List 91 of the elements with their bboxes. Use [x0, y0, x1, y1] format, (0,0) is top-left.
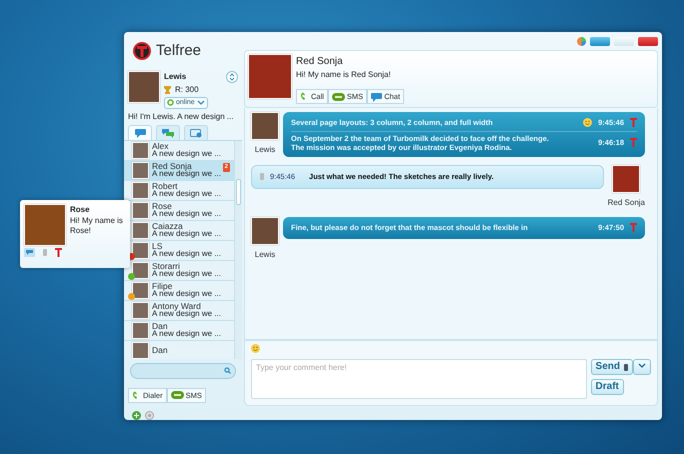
caret-icon [196, 100, 205, 106]
avatar-placeholder [132, 302, 149, 319]
scroll-toggle-icon[interactable] [226, 70, 238, 82]
contact-item[interactable]: Alex A new design we ... [124, 141, 234, 161]
sms-icon [170, 391, 184, 400]
message-preview: A new design we ... [152, 270, 221, 280]
contact-name: Robert [152, 182, 178, 190]
contact-name: Dan [152, 322, 168, 330]
contact-name: Red Sonja [152, 162, 192, 170]
avatar-placeholder [251, 217, 279, 246]
logo-icon [132, 41, 152, 62]
minimize-button[interactable] [590, 36, 610, 46]
trophy-icon [164, 86, 171, 94]
caret-icon [638, 363, 646, 370]
close-button[interactable] [638, 36, 658, 46]
contact-item[interactable]: Dan A new design we ... [124, 321, 234, 341]
message-preview: A new design we ... [152, 250, 221, 260]
message-preview: A new design we ... [152, 330, 221, 340]
delivered-icon [630, 223, 637, 232]
avatar-placeholder [132, 242, 149, 259]
contact-name: Alex [152, 142, 169, 150]
contact-item[interactable]: Dan [124, 341, 234, 360]
send-button[interactable]: Send [590, 359, 633, 375]
settings-icon[interactable] [145, 411, 154, 420]
avatar-placeholder [132, 222, 149, 239]
message-preview: A new design we ... [152, 310, 221, 320]
avatar-placeholder [24, 204, 66, 246]
tab[interactable] [156, 125, 180, 140]
mobile-phone-icon [624, 364, 628, 370]
message-preview: A new design we ... [152, 210, 221, 220]
contact-name: Antony Ward [152, 302, 201, 310]
comment-field[interactable]: Type your comment here! [251, 359, 587, 399]
logo-mark-icon [55, 248, 62, 257]
contact-item[interactable]: Robert A new design we ... [124, 181, 234, 201]
author-name: Lewis [254, 144, 276, 156]
delivered-icon [630, 118, 637, 128]
profile-name: Lewis [164, 70, 188, 82]
contact-name: Rose [70, 204, 91, 216]
mobile-phone-icon [260, 173, 264, 180]
avatar-placeholder [132, 202, 149, 219]
status-message: Hi! My name is Rose! [70, 216, 124, 236]
tab[interactable] [128, 125, 152, 140]
contact-name: Caiazza [152, 222, 183, 230]
message-preview: A new design we ... [152, 290, 221, 300]
message-preview: A new design we ... [152, 190, 221, 200]
chat-icon[interactable] [24, 248, 35, 257]
avatar-placeholder [132, 262, 149, 279]
color-wheel-icon[interactable] [577, 36, 586, 46]
avatar-placeholder [132, 322, 149, 339]
avatar-placeholder [251, 112, 279, 140]
contact-item[interactable]: Filipe A new design we ... [124, 281, 234, 301]
avatar-placeholder [132, 282, 149, 299]
contact-card-icon [190, 128, 202, 138]
message-preview: A new design we ... [152, 170, 221, 180]
author-name: Red Sonja [608, 197, 645, 210]
speech-bubble-icon [134, 128, 146, 138]
avatar-placeholder [132, 162, 149, 179]
search-field[interactable] [130, 363, 236, 379]
emoticon-icon[interactable] [251, 344, 260, 354]
status-message: Hi! My name is Red Sonja! [296, 69, 392, 81]
avatar-placeholder [248, 54, 292, 99]
contact-name: Rose [152, 202, 172, 210]
avatar-placeholder [128, 70, 160, 102]
avatar-placeholder [132, 342, 149, 359]
avatar-placeholder [132, 142, 149, 159]
tab[interactable] [184, 125, 208, 140]
app-title: Telfree [156, 41, 202, 61]
message-preview: A new design we ... [152, 230, 221, 240]
contact-name: Storarri [152, 262, 180, 270]
contact-item[interactable]: Antony Ward A new design we ... [124, 301, 234, 321]
avatar-placeholder [132, 182, 149, 199]
add-icon[interactable] [132, 411, 141, 420]
search-icon [224, 367, 231, 374]
contact-item[interactable]: Storarri A new design we ... [124, 261, 234, 281]
contact-name: Red Sonja [296, 55, 344, 69]
scrollbar[interactable] [234, 141, 242, 360]
draft-button[interactable]: Draft [590, 379, 624, 395]
status-icon [167, 99, 174, 106]
contact-name: Dan [152, 346, 168, 355]
delivered-icon [630, 138, 637, 148]
author-name: Lewis [254, 249, 276, 262]
avatar-placeholder [612, 165, 640, 194]
send-options-button[interactable] [633, 359, 651, 375]
speech-bubble-icon [371, 92, 382, 102]
sms-icon [332, 92, 345, 101]
rating-text: R: 300 [175, 84, 199, 96]
contact-name: LS [152, 242, 162, 250]
status-message: Hi! I'm Lewis. A new design ... [127, 111, 235, 123]
message-preview: A new design we ... [152, 150, 221, 160]
contact-name: Filipe [152, 282, 172, 290]
speech-bubbles-icon [162, 128, 174, 138]
